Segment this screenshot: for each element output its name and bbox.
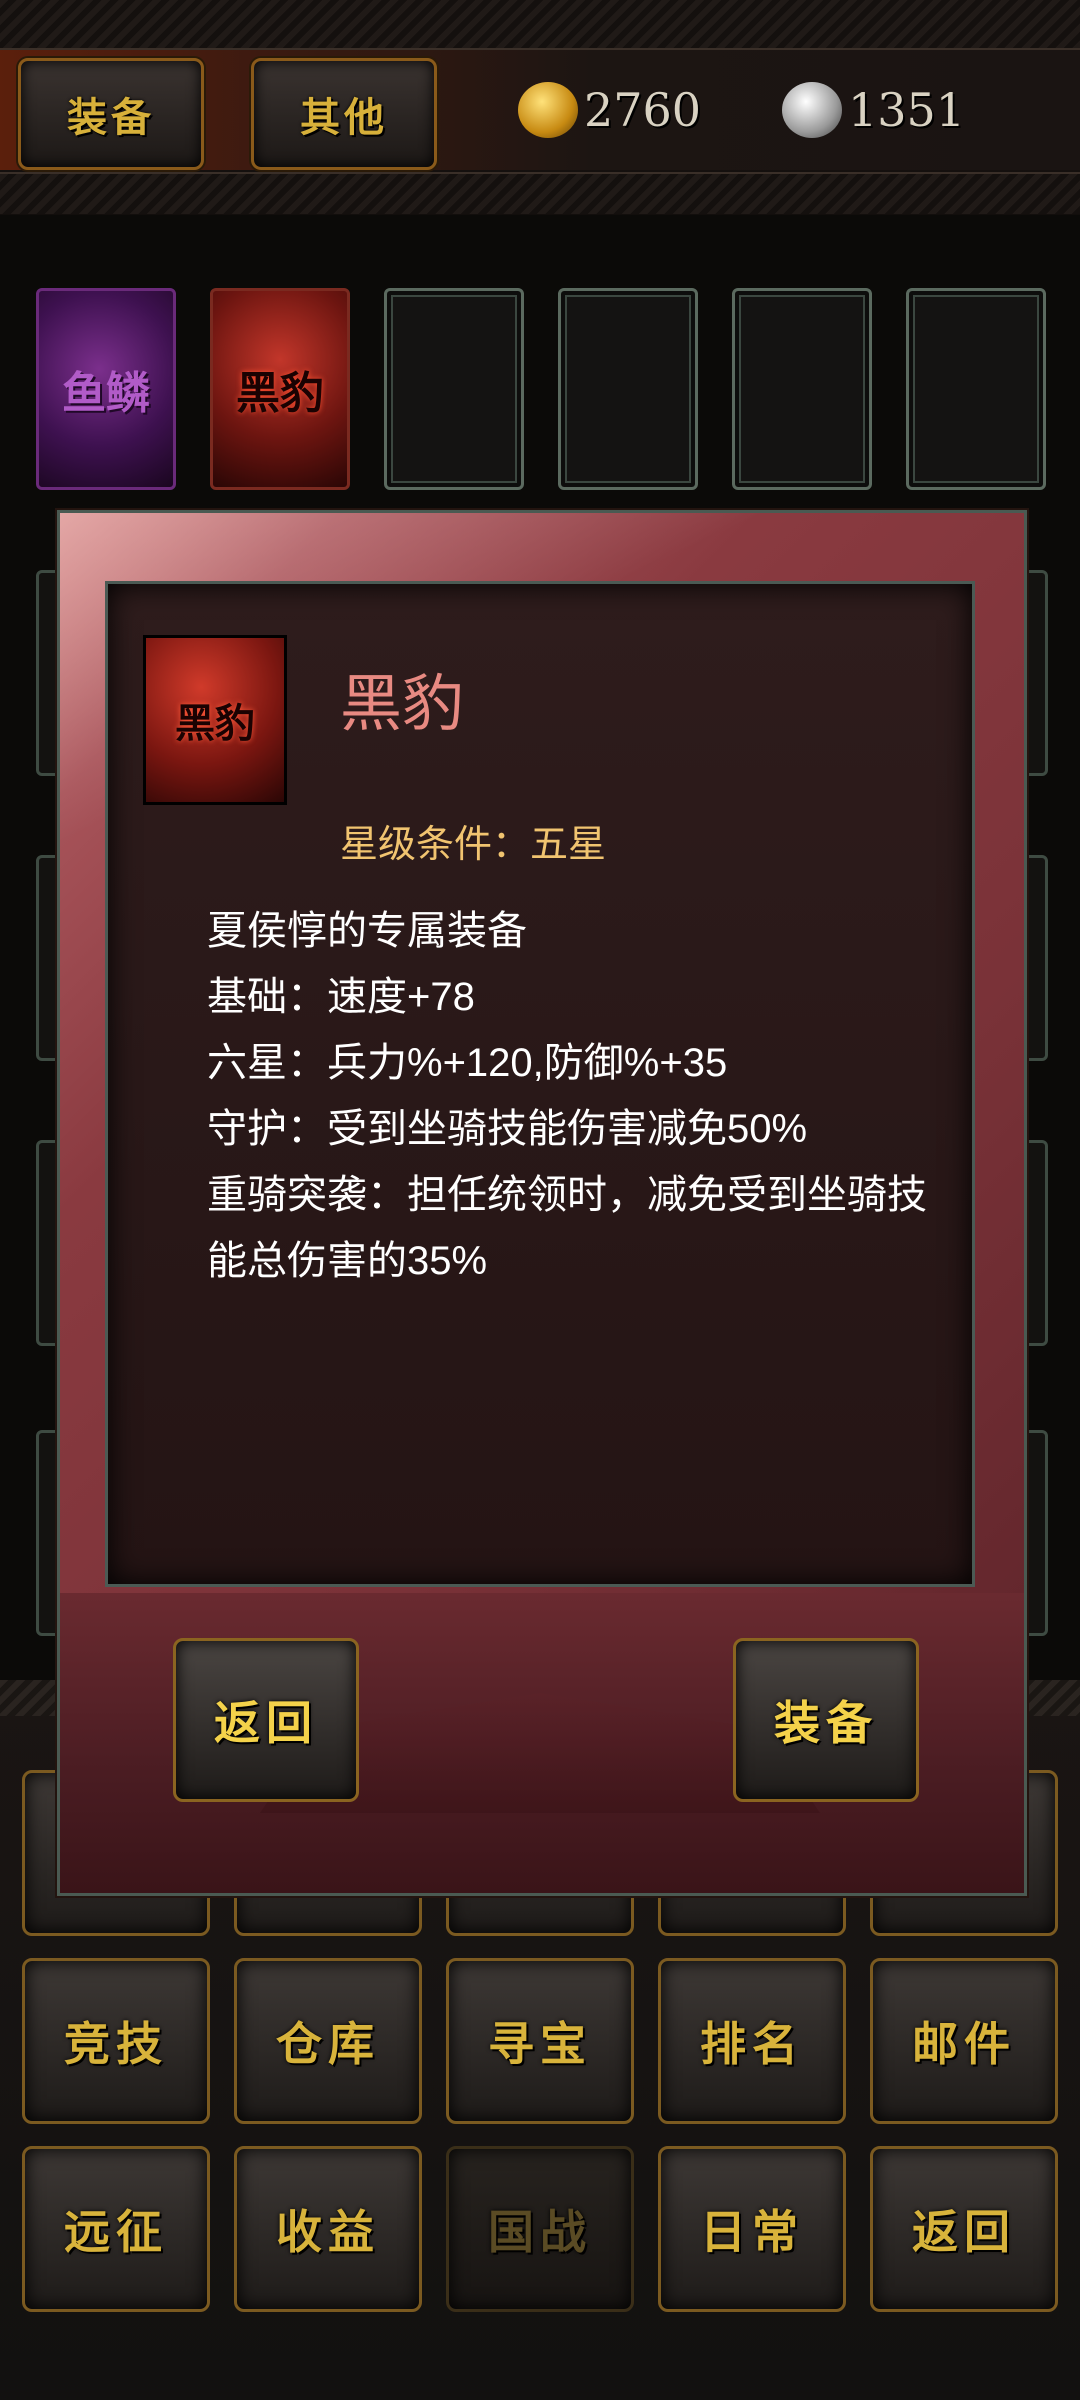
desc-line: 基础：速度+78 — [207, 975, 475, 1019]
equip-button[interactable]: 装备 — [733, 1638, 919, 1802]
menu-button-national-war[interactable]: 国战 — [446, 2146, 634, 2312]
menu-button-daily[interactable]: 日常 — [658, 2146, 846, 2312]
menu-button-arena[interactable]: 竞技 — [22, 1958, 210, 2124]
item-icon-label: 黑豹 — [175, 700, 255, 747]
menu-button-warehouse[interactable]: 仓库 — [234, 1958, 422, 2124]
card-label: 黑豹 — [236, 368, 324, 419]
desc-line: 夏侯惇的专属装备 — [207, 909, 527, 953]
gold-display: 2760 — [518, 82, 701, 138]
empty-slot[interactable] — [732, 288, 872, 490]
menu-button-expedition[interactable]: 远征 — [22, 2146, 210, 2312]
equipment-card-heibao[interactable]: 黑豹 — [210, 288, 350, 490]
empty-slot[interactable] — [384, 288, 524, 490]
menu-button-back[interactable]: 返回 — [870, 2146, 1058, 2312]
equipment-card-yulin[interactable]: 鱼鳞 — [36, 288, 176, 490]
back-button[interactable]: 返回 — [173, 1638, 359, 1802]
item-icon: 黑豹 — [143, 635, 287, 805]
tab-other[interactable]: 其他 — [251, 58, 437, 170]
menu-button-income[interactable]: 收益 — [234, 2146, 422, 2312]
silver-ingot-icon — [782, 82, 842, 138]
empty-slot[interactable] — [906, 288, 1046, 490]
empty-slot[interactable] — [558, 288, 698, 490]
desc-line: 重骑突袭：担任统领时，减免受到坐骑技能总伤害的35% — [207, 1173, 927, 1283]
menu-button-ranking[interactable]: 排名 — [658, 1958, 846, 2124]
tab-equipment[interactable]: 装备 — [18, 58, 204, 170]
top-trim — [0, 0, 1080, 50]
menu-button-treasure[interactable]: 寻宝 — [446, 1958, 634, 2124]
item-description: 夏侯惇的专属装备 基础：速度+78 六星：兵力%+120,防御%+35 守护：受… — [207, 898, 927, 1294]
desc-line: 守护：受到坐骑技能伤害减免50% — [207, 1107, 808, 1151]
item-name: 黑豹 — [340, 670, 465, 739]
gold-amount: 2760 — [584, 83, 702, 137]
top-trim-bottom — [0, 172, 1080, 214]
card-label: 鱼鳞 — [62, 368, 150, 419]
item-detail-dialog: 黑豹 黑豹 星级条件：五星 夏侯惇的专属装备 基础：速度+78 六星：兵力%+1… — [57, 510, 1027, 1896]
desc-line: 六星：兵力%+120,防御%+35 — [207, 1041, 728, 1085]
menu-button-mail[interactable]: 邮件 — [870, 1958, 1058, 2124]
silver-display: 1351 — [782, 82, 965, 138]
star-requirement: 星级条件：五星 — [340, 824, 607, 866]
gold-ingot-icon — [518, 82, 578, 138]
silver-amount: 1351 — [848, 83, 966, 137]
